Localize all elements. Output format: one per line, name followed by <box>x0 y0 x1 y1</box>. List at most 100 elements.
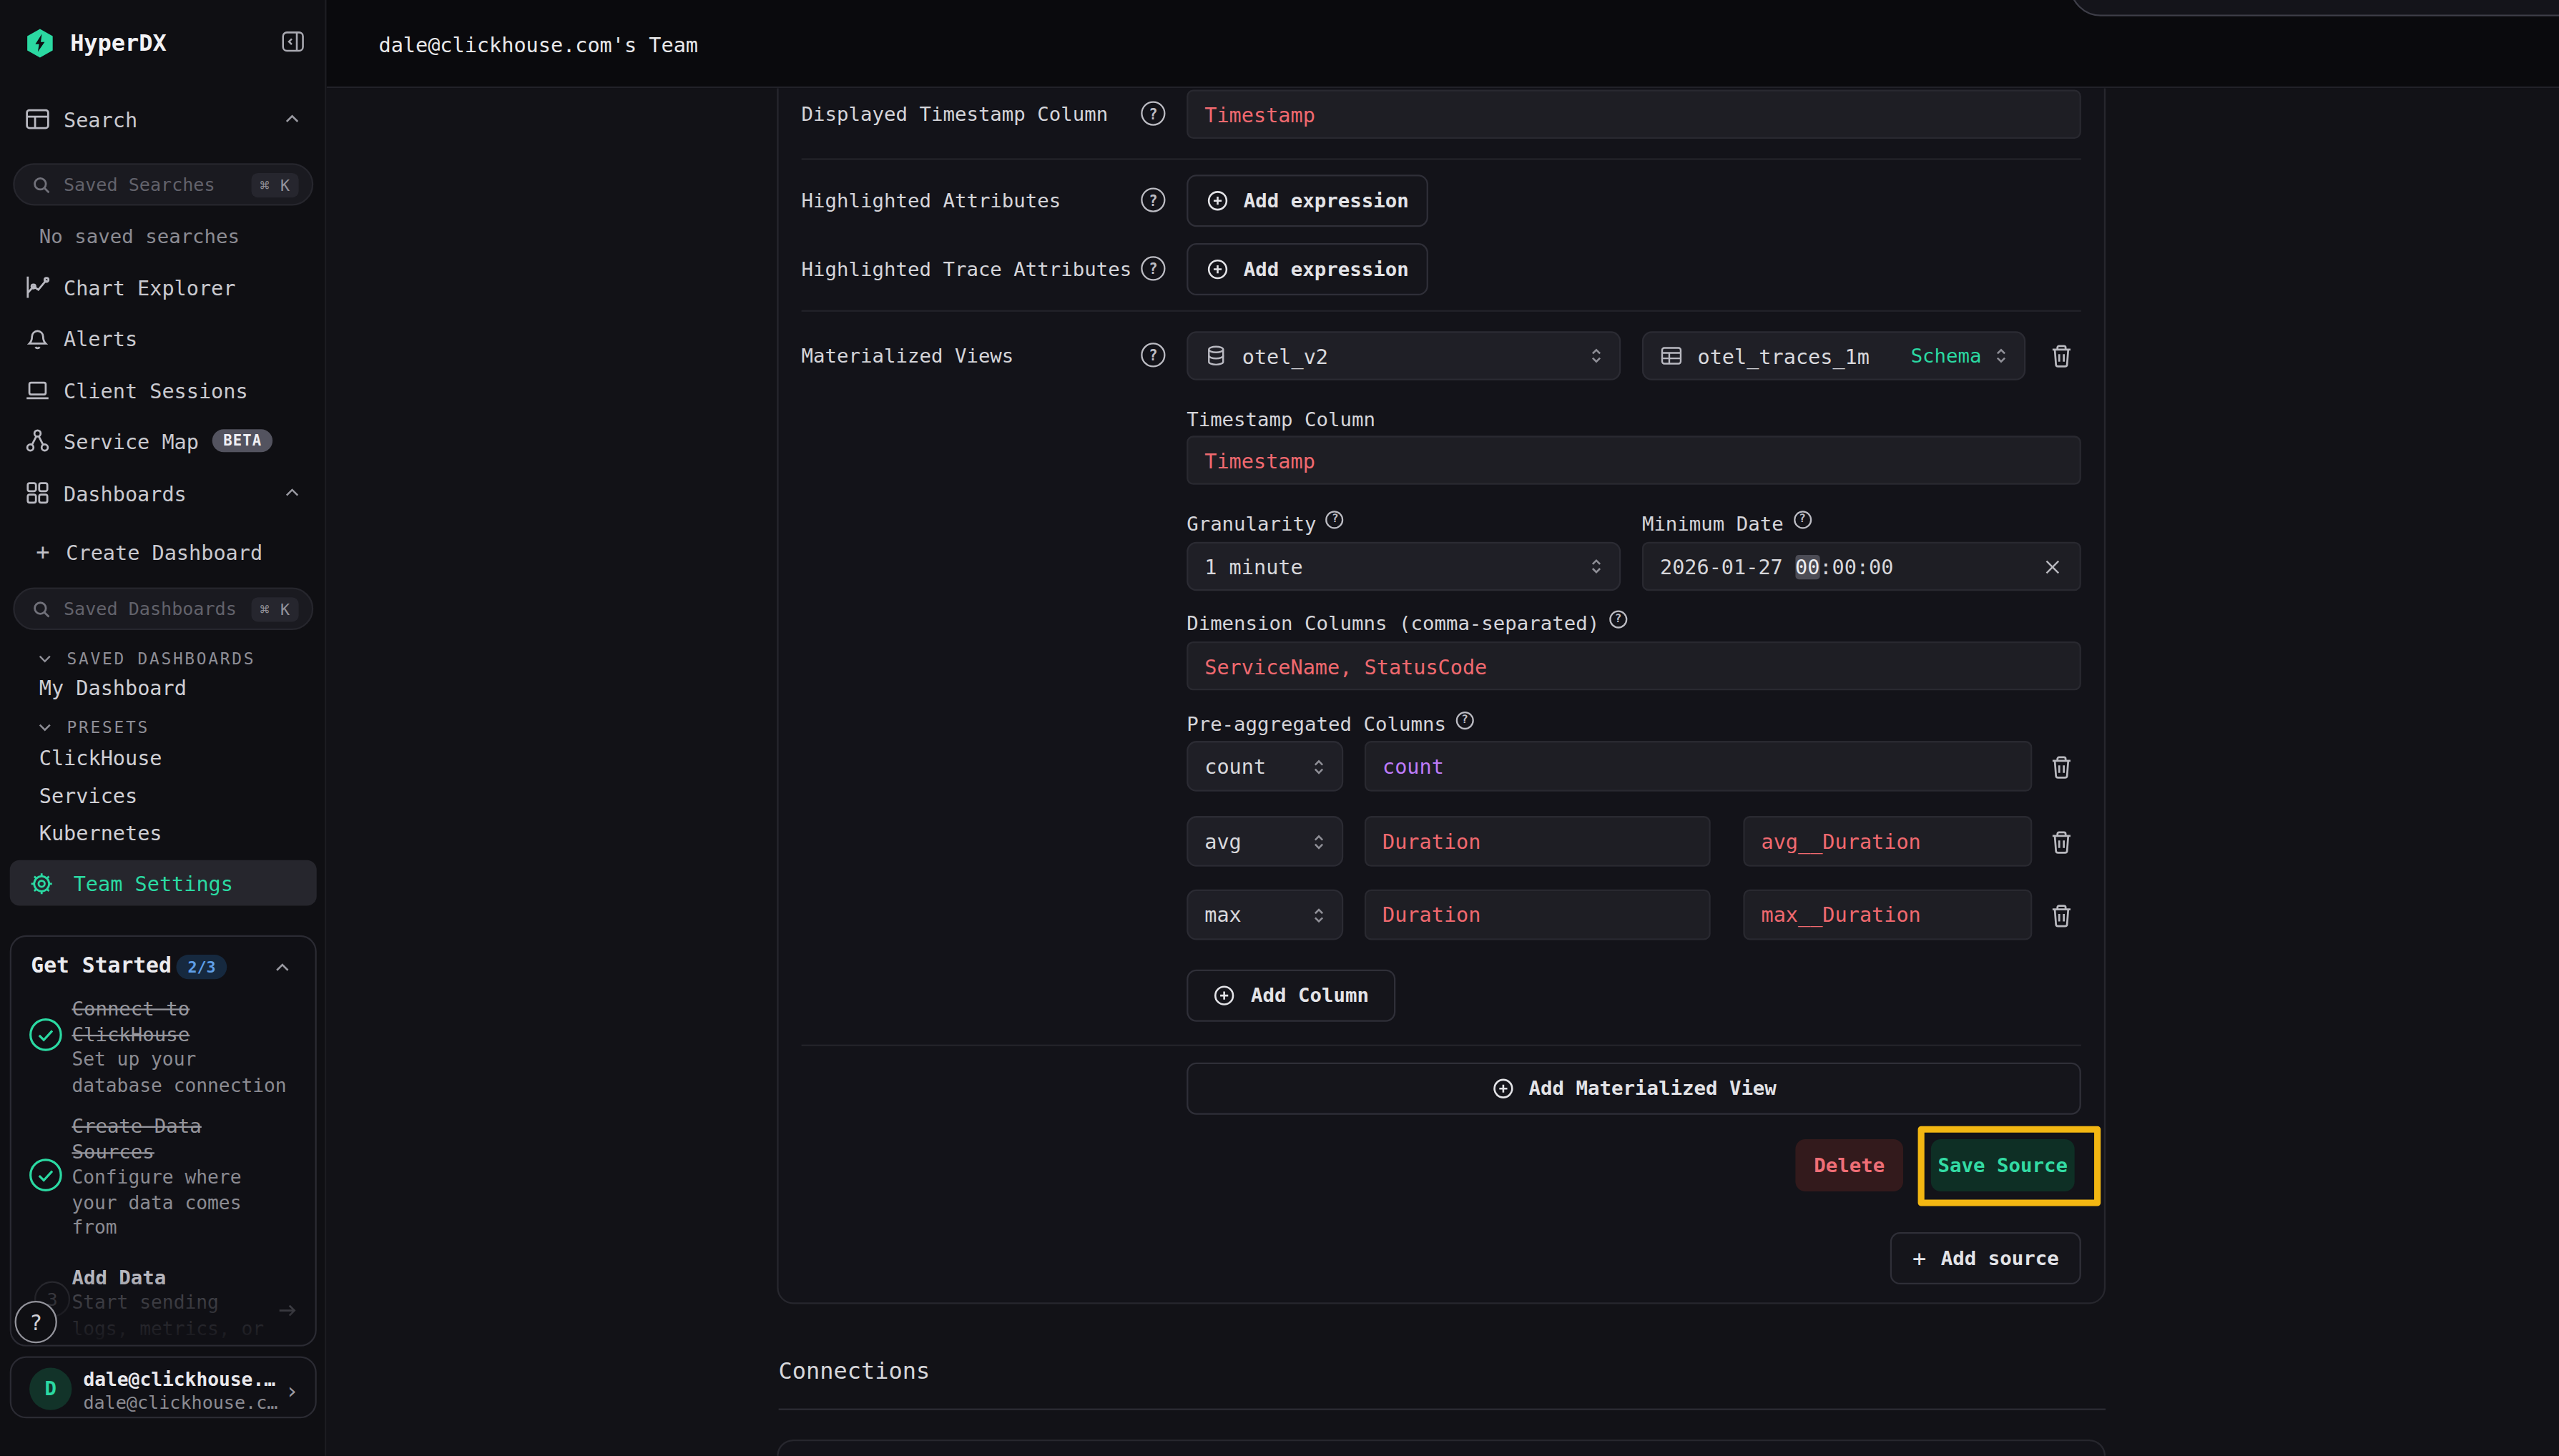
displayed-timestamp-input[interactable]: Timestamp <box>1187 90 2081 139</box>
dimension-columns-label: Dimension Columns (comma-separated) ? <box>1187 611 1627 637</box>
chevron-down-icon <box>36 649 54 666</box>
saved-searches-input[interactable]: Saved Searches ⌘ K <box>13 163 313 205</box>
divider <box>779 1409 2106 1410</box>
get-started-item[interactable]: Connect to ClickHouse Set up your databa… <box>72 995 303 1098</box>
select-chevrons-icon <box>1991 345 2010 368</box>
highlighted-trace-attributes-label: Highlighted Trace Attributes <box>802 256 1132 282</box>
chevron-up-icon[interactable] <box>283 109 302 129</box>
plus-circle-icon <box>1206 190 1229 212</box>
sidebar-item-clickhouse[interactable]: ClickHouse <box>39 746 162 772</box>
granularity-label: Granularity ? <box>1187 511 1344 537</box>
plus-circle-icon <box>1214 984 1237 1007</box>
chevron-up-icon[interactable] <box>283 483 302 503</box>
annotation-highlight <box>1918 1126 2101 1206</box>
select-chevrons-icon <box>1586 345 1606 368</box>
chart-icon <box>24 274 51 300</box>
sidebar-item-service-map[interactable]: Service Map BETA <box>24 424 273 457</box>
presets-section[interactable]: PRESETS <box>36 715 149 738</box>
search-icon <box>31 174 52 195</box>
database-icon <box>1204 345 1227 368</box>
help-icon[interactable]: ? <box>1141 101 1165 125</box>
help-icon[interactable]: ? <box>1141 187 1165 212</box>
user-menu[interactable]: D dale@clickhouse.… dale@clickhouse.c… › <box>10 1357 317 1419</box>
search-panes-icon <box>24 106 51 132</box>
sidebar-item-kubernetes[interactable]: Kubernetes <box>39 821 162 847</box>
aggregation-expr-input[interactable]: Duration <box>1365 890 1711 940</box>
saved-dashboards-input[interactable]: Saved Dashboards ⌘ K <box>13 588 313 630</box>
help-button[interactable]: ? <box>15 1301 57 1343</box>
saved-dashboards-section[interactable]: SAVED DASHBOARDS <box>36 646 255 669</box>
chevron-up-icon[interactable] <box>272 958 292 978</box>
sidebar-item-my-dashboard[interactable]: My Dashboard <box>39 676 187 702</box>
aggregation-fn-select[interactable]: count <box>1187 741 1343 792</box>
collapse-sidebar-icon[interactable] <box>281 29 305 54</box>
timestamp-column-label: Timestamp Column <box>1187 406 1375 433</box>
help-icon[interactable]: ? <box>1141 343 1165 367</box>
bell-icon <box>24 325 51 351</box>
clear-date-icon[interactable] <box>2042 556 2063 577</box>
avatar: D <box>29 1367 72 1410</box>
progress-badge: 2/3 <box>176 955 227 979</box>
displayed-timestamp-label: Displayed Timestamp Column <box>802 101 1109 127</box>
add-expression-button[interactable]: Add expression <box>1187 174 1428 227</box>
aggregation-alias-input[interactable]: max__Duration <box>1743 890 2032 940</box>
select-chevrons-icon <box>1309 903 1328 926</box>
info-icon[interactable]: ? <box>1456 711 1474 729</box>
search-icon <box>31 598 52 619</box>
connections-heading: Connections <box>779 1358 930 1384</box>
materialized-views-label: Materialized Views <box>802 343 1014 369</box>
database-select[interactable]: otel_v2 <box>1187 331 1621 380</box>
sidebar-item-services[interactable]: Services <box>39 783 137 810</box>
sidebar-item-search[interactable]: Search <box>24 103 137 136</box>
selected-hour: 00 <box>1795 554 1819 579</box>
table-select[interactable]: otel_traces_1m Schema <box>1642 331 2025 380</box>
delete-source-button[interactable]: Delete <box>1795 1139 1903 1191</box>
get-started-title: Get Started <box>31 953 171 978</box>
minimum-date-input[interactable]: 2026-01-27 00:00:00 <box>1642 542 2081 591</box>
delete-column-icon[interactable] <box>2048 902 2075 929</box>
sidebar-item-client-sessions[interactable]: Client Sessions <box>24 374 247 407</box>
plus-circle-icon <box>1491 1077 1514 1100</box>
info-icon[interactable]: ? <box>1609 609 1627 627</box>
get-started-item[interactable]: Create Data Sources Configure where your… <box>72 1113 303 1241</box>
toast-pill <box>2070 0 2559 16</box>
timestamp-column-input[interactable]: Timestamp <box>1187 436 2081 484</box>
schema-badge[interactable]: Schema <box>1911 345 1982 368</box>
create-dashboard-button[interactable]: + Create Dashboard <box>36 536 262 569</box>
granularity-select[interactable]: 1 minute <box>1187 542 1621 591</box>
info-icon[interactable]: ? <box>1326 510 1344 528</box>
delete-column-icon[interactable] <box>2048 754 2075 780</box>
aggregation-fn-select[interactable]: max <box>1187 890 1343 940</box>
add-source-button[interactable]: + Add source <box>1890 1232 2081 1284</box>
add-expression-button[interactable]: Add expression <box>1187 243 1428 295</box>
user-name: dale@clickhouse.… <box>83 1367 275 1390</box>
aggregation-fn-select[interactable]: avg <box>1187 816 1343 867</box>
divider <box>802 1045 2081 1046</box>
aggregation-expr-input[interactable]: Duration <box>1365 816 1711 867</box>
sidebar-item-alerts[interactable]: Alerts <box>24 322 137 355</box>
minimum-date-label: Minimum Date ? <box>1642 511 1812 537</box>
get-started-panel: Get Started 2/3 Connect to ClickHouse Se… <box>10 935 317 1347</box>
chevron-down-icon <box>36 717 54 735</box>
sidebar-item-team-settings[interactable]: Team Settings <box>10 860 317 906</box>
sidebar-item-dashboards[interactable]: Dashboards <box>24 476 187 509</box>
info-icon[interactable]: ? <box>1793 510 1811 528</box>
select-chevrons-icon <box>1309 830 1328 852</box>
no-saved-searches-text: No saved searches <box>39 225 240 252</box>
delete-view-icon[interactable] <box>2048 343 2075 369</box>
sidebar-item-chart-explorer[interactable]: Chart Explorer <box>24 271 235 304</box>
add-column-button[interactable]: Add Column <box>1187 970 1395 1022</box>
aggregation-expr-input[interactable]: count <box>1365 741 2032 792</box>
hyperdx-logo-icon <box>24 27 55 58</box>
table-icon <box>1660 345 1683 368</box>
help-icon[interactable]: ? <box>1141 256 1165 280</box>
aggregation-alias-input[interactable]: avg__Duration <box>1743 816 2032 867</box>
brand[interactable]: HyperDX <box>24 26 167 59</box>
plus-icon: + <box>1912 1245 1926 1271</box>
fade-overlay <box>11 1277 315 1345</box>
gear-icon <box>29 871 54 895</box>
delete-column-icon[interactable] <box>2048 829 2075 855</box>
add-materialized-view-button[interactable]: Add Materialized View <box>1187 1063 2081 1115</box>
dimension-columns-input[interactable]: ServiceName, StatusCode <box>1187 641 2081 690</box>
main-content: Displayed Timestamp Column ? Timestamp H… <box>326 88 2559 1455</box>
